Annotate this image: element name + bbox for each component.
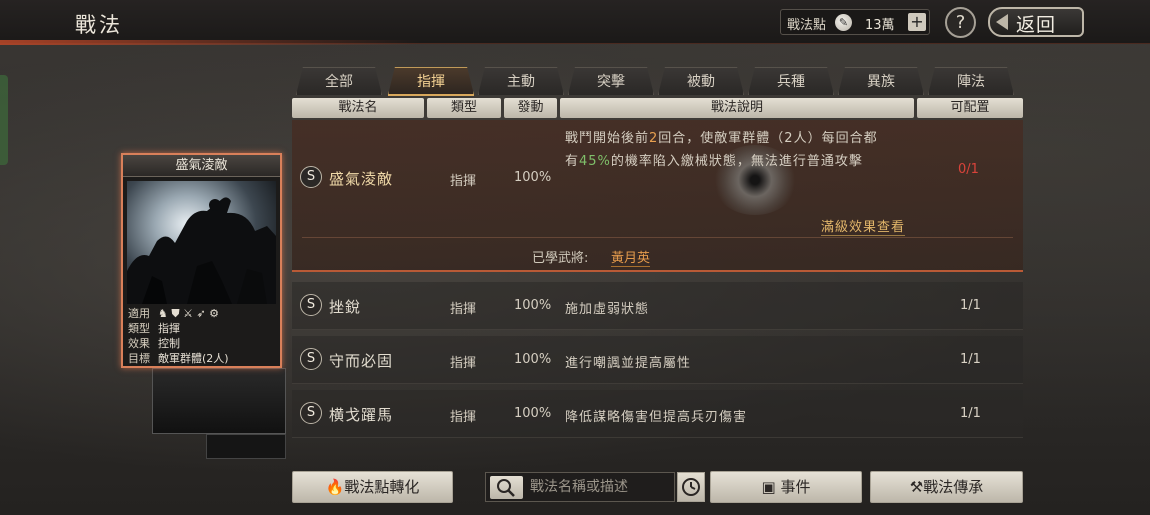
tab-assault[interactable]: 突擊 [568,67,654,95]
inherit-skill-button[interactable]: ⚒戰法傳承 [870,471,1023,503]
active-tab-indicator [388,94,474,96]
skill-points-value: 13萬 [865,18,895,33]
skill-name: 守而必固 [329,352,394,370]
skill-type: 指揮 [450,410,477,425]
cavalry-silhouette-icon [127,197,276,304]
row-divider [302,237,1013,238]
grade-badge: S [300,348,322,370]
skill-description: 施加虛弱狀態 [565,302,650,317]
skill-points-icon: ✎ [835,14,852,31]
learned-general-link[interactable]: 黃月英 [611,247,651,267]
grade-badge: S [300,166,322,188]
skill-config-count: 1/1 [960,352,981,367]
left-edge-handle[interactable] [0,75,8,165]
skill-config-count: 1/1 [960,298,981,313]
tab-active[interactable]: 主動 [478,67,564,95]
column-header-config[interactable]: 可配置 [917,98,1023,118]
skill-trigger-rate: 100% [514,170,552,185]
card-info: 適用 ♞ ⛊ ⚔ ➶ ⚙ 類型 指揮 效果 控制 目標 敵軍群體(2人) [128,306,278,366]
skill-row[interactable]: S 横戈躍馬 指揮 100% 降低謀略傷害但提高兵刃傷害 1/1 [292,390,1023,438]
skill-description-line1: 戰鬥開始後前2回合，使敵軍群體（2人）每回合都 [565,131,878,146]
back-button[interactable]: 返回 [988,7,1084,37]
skill-list[interactable]: S 盛氣淩敵 指揮 100% 戰鬥開始後前2回合，使敵軍群體（2人）每回合都 有… [292,120,1023,460]
skill-type: 指揮 [450,302,477,317]
skill-points-label: 戰法點 [787,18,827,33]
search-button[interactable] [490,476,523,499]
search-input[interactable] [530,476,670,498]
column-header-name[interactable]: 戰法名 [292,98,424,118]
tab-formation[interactable]: 陣法 [928,67,1014,95]
skill-name: 横戈躍馬 [329,406,394,424]
card-target-row: 目標 敵軍群體(2人) [128,352,229,365]
skill-config-count: 1/1 [960,406,981,421]
skill-row-expanded[interactable]: S 盛氣淩敵 指揮 100% 戰鬥開始後前2回合，使敵軍群體（2人）每回合都 有… [292,120,1023,272]
history-button[interactable] [677,472,705,502]
skill-trigger-rate: 100% [514,352,552,367]
skill-trigger-rate: 100% [514,406,552,421]
skill-name: 挫銳 [329,298,362,316]
title-glow [0,40,420,45]
tab-passive[interactable]: 被動 [658,67,744,95]
flame-icon: 🔥 [325,478,345,496]
skill-trigger-rate: 100% [514,298,552,313]
convert-points-button[interactable]: 🔥戰法點轉化 [292,471,453,503]
top-bar: 戰法 戰法點 ✎ 13萬 + ? 返回 [0,0,1150,45]
back-button-label: 返回 [1016,14,1057,36]
skill-config-count: 0/1 [958,162,979,177]
card-title: 盛氣淩敵 [123,155,280,177]
grade-badge: S [300,294,322,316]
search-icon [497,479,515,497]
search-bar [485,472,675,502]
skill-row[interactable]: S 挫銳 指揮 100% 施加虛弱狀態 1/1 [292,282,1023,330]
card-stack-back [152,368,286,434]
card-stack-back [206,434,286,459]
learned-generals-label: 已學武將: [532,251,589,266]
card-effect-row: 效果 控制 [128,337,180,350]
tab-foreign[interactable]: 異族 [838,67,924,95]
column-header-trigger[interactable]: 發動 [504,98,557,118]
page-title: 戰法 [75,13,123,37]
max-effect-link[interactable]: 滿級效果查看 [821,216,906,236]
troop-type-icons: ♞ ⛊ ⚔ ➶ ⚙ [158,307,220,320]
card-apply-row: 適用 ♞ ⛊ ⚔ ➶ ⚙ [128,307,220,320]
card-artwork [127,181,276,304]
card-type-row: 類型 指揮 [128,322,180,335]
back-arrow-icon [996,14,1008,30]
tab-all[interactable]: 全部 [296,67,382,95]
clock-icon [682,478,700,496]
skill-type: 指揮 [450,356,477,371]
skill-type: 指揮 [450,174,477,189]
skill-row[interactable]: S 守而必固 指揮 100% 進行嘲諷並提高屬性 1/1 [292,336,1023,384]
event-button[interactable]: ▣ 事件 [710,471,862,503]
tab-troop-type[interactable]: 兵種 [748,67,834,95]
skill-description-line2: 有45%的機率陷入繳械狀態，無法進行普通攻擊 [565,154,863,169]
skill-name: 盛氣淩敵 [329,170,394,188]
event-icon: ▣ [761,478,781,496]
column-header-description: 戰法說明 [560,98,914,118]
skill-description: 降低謀略傷害但提高兵刃傷害 [565,410,748,425]
skill-points-display: 戰法點 ✎ 13萬 + [780,9,930,35]
column-header-type[interactable]: 類型 [427,98,501,118]
help-button[interactable]: ? [945,7,976,38]
hammer-icon: ⚒ [909,478,924,496]
skill-card: 盛氣淩敵 適用 ♞ ⛊ ⚔ ➶ ⚙ 類型 指揮 效果 控制 目標 敵軍群體(2人) [121,153,282,368]
skill-description: 進行嘲諷並提高屬性 [565,356,692,371]
tab-command[interactable]: 指揮 [388,67,474,95]
grade-badge: S [300,402,322,424]
add-points-button[interactable]: + [908,13,926,31]
